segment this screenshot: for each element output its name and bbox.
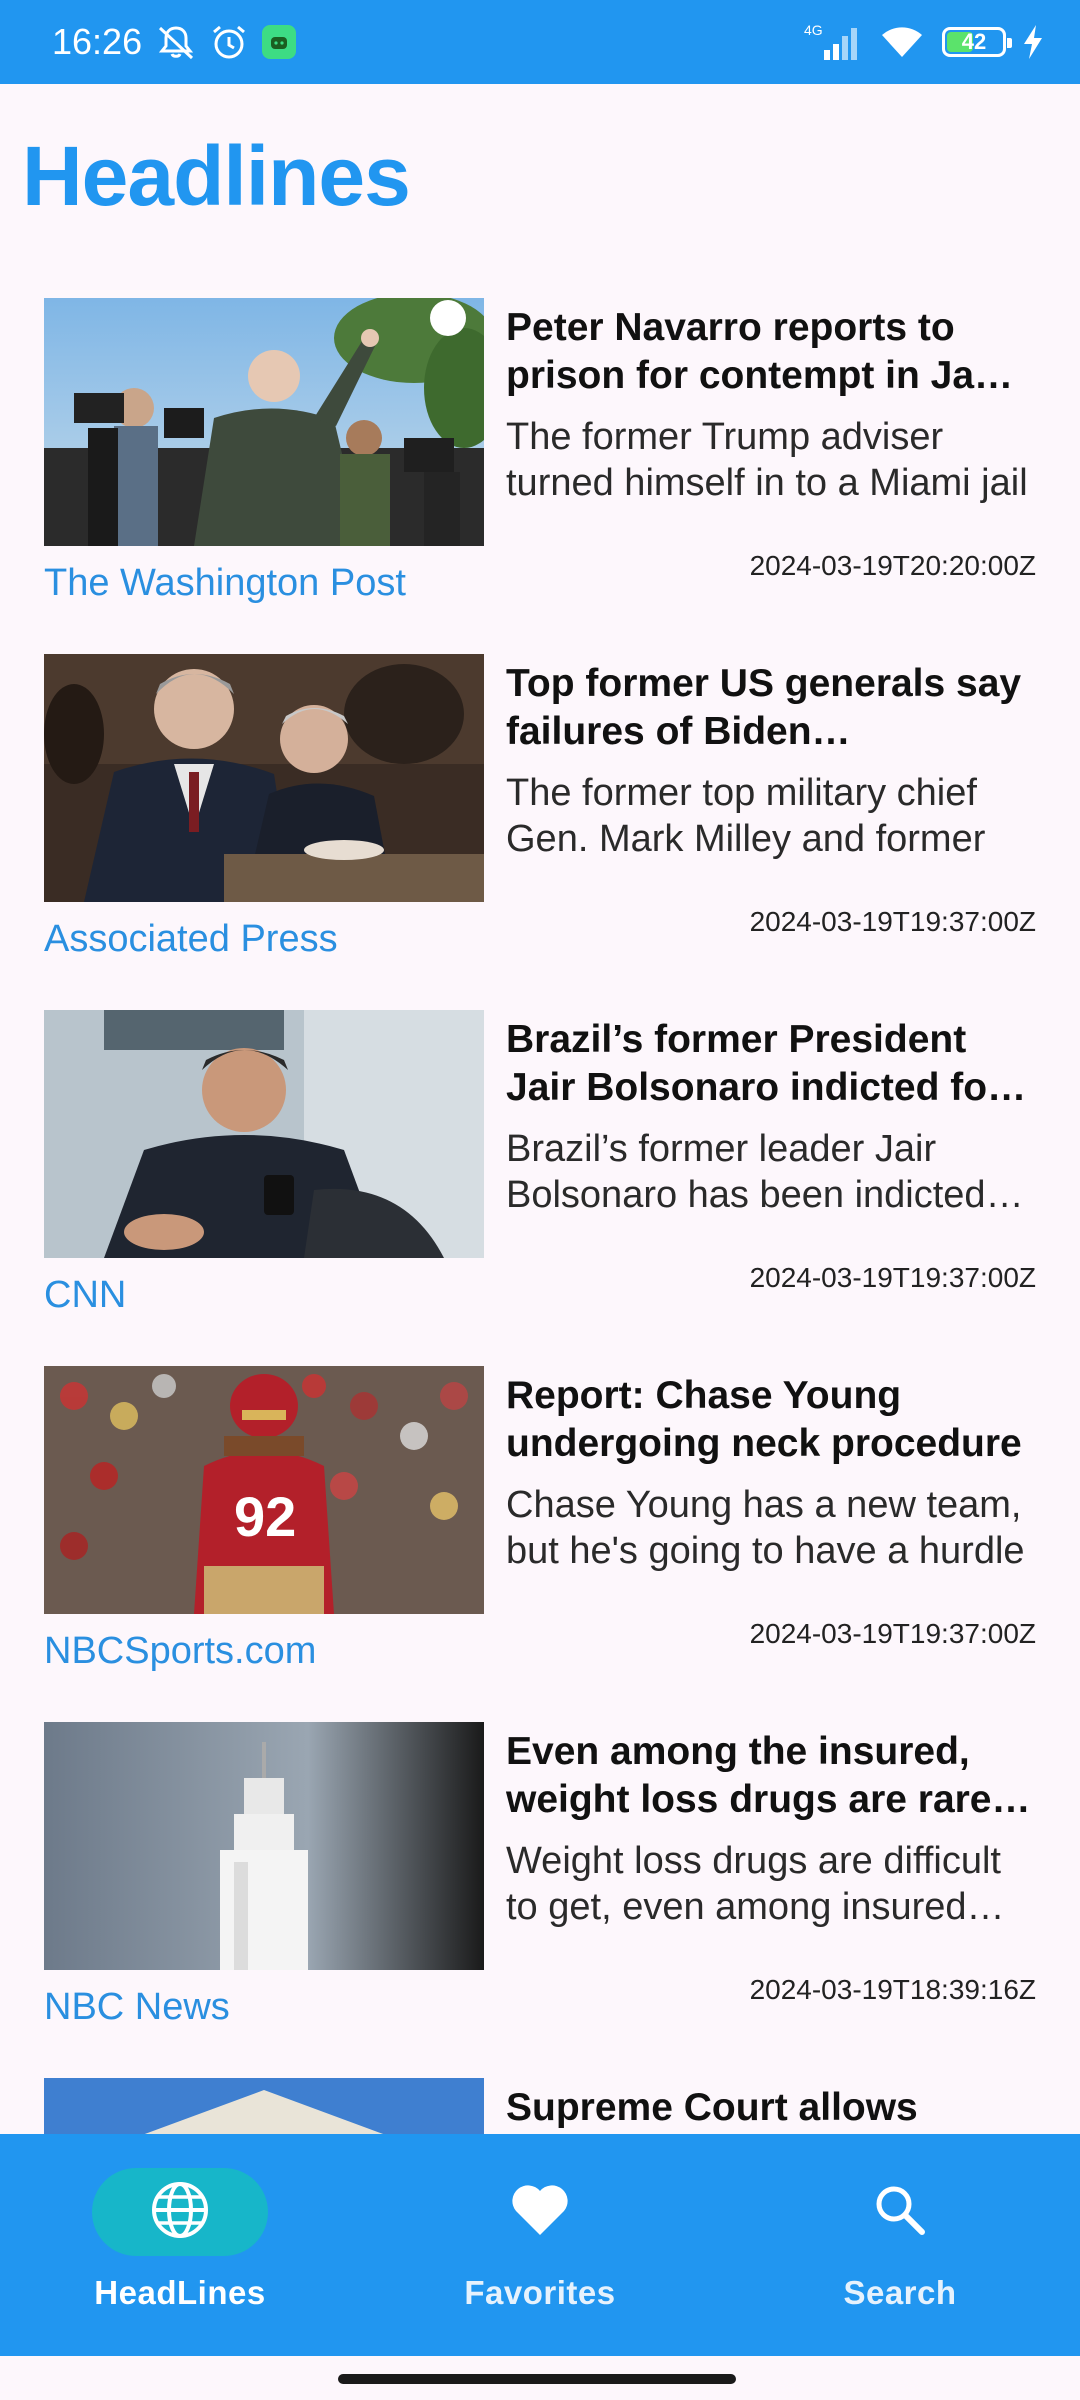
status-bar-right: 4G 42	[804, 22, 1044, 62]
signal-icon: 4G	[804, 22, 862, 62]
article-description[interactable]: Chase Young has a new team, but he's goi…	[506, 1482, 1036, 1574]
status-bar-left: 16:26	[52, 21, 297, 63]
article-title[interactable]: Brazil’s former President Jair Bolsonaro…	[506, 1016, 1036, 1112]
mute-icon	[156, 24, 196, 60]
headline-list[interactable]: The Washington Post Peter Navarro report…	[0, 298, 1080, 2134]
network-label: 4G	[804, 22, 823, 38]
article-title[interactable]: Peter Navarro reports to prison for cont…	[506, 304, 1036, 400]
article-image[interactable]	[44, 1010, 484, 1258]
gesture-handle[interactable]	[338, 2374, 736, 2384]
article-image[interactable]: 92	[44, 1366, 484, 1614]
page-title: Headlines	[22, 129, 411, 223]
article-source[interactable]: CNN	[44, 1274, 126, 1317]
article-image[interactable]	[44, 1722, 484, 1970]
article-card[interactable]: NBC News Even among the insured, weight …	[0, 1722, 1080, 2078]
wifi-icon	[878, 23, 926, 61]
article-card[interactable]: 92 NBCSports.com Report: Chase Young und…	[0, 1366, 1080, 1722]
nav-favorites-indicator[interactable]	[452, 2168, 628, 2256]
bottom-nav: HeadLines Favorites Search	[0, 2134, 1080, 2356]
search-icon	[872, 2182, 928, 2243]
battery-icon: 42	[942, 27, 1012, 57]
article-source[interactable]: NBCSports.com	[44, 1630, 316, 1673]
nav-headlines-indicator[interactable]	[92, 2168, 268, 2256]
article-description[interactable]: Weight loss drugs are difficult to get, …	[506, 1838, 1036, 1930]
nav-search-label[interactable]: Search	[843, 2274, 956, 2312]
status-time: 16:26	[52, 21, 143, 62]
article-image[interactable]	[44, 2078, 484, 2134]
article-title[interactable]: Report: Chase Young undergoing neck proc…	[506, 1372, 1036, 1468]
article-source[interactable]: The Washington Post	[44, 562, 406, 605]
article-image[interactable]	[44, 298, 484, 546]
article-card[interactable]: Supreme Court allows	[0, 2078, 1080, 2134]
article-date: 2024-03-19T20:20:00Z	[749, 550, 1036, 581]
article-card[interactable]: The Washington Post Peter Navarro report…	[0, 298, 1080, 654]
status-bar: 16:26 4G 42	[0, 0, 1080, 84]
article-image[interactable]	[44, 654, 484, 902]
article-date: 2024-03-19T19:37:00Z	[749, 1262, 1036, 1293]
article-title[interactable]: Even among the insured, weight loss drug…	[506, 1728, 1036, 1824]
article-source[interactable]: Associated Press	[44, 918, 338, 961]
battery-level: 42	[961, 29, 987, 54]
heart-icon	[510, 2183, 570, 2242]
article-date: 2024-03-19T19:37:00Z	[749, 1618, 1036, 1649]
nav-headlines[interactable]: HeadLines	[0, 2134, 360, 2356]
app-icon	[262, 25, 297, 59]
nav-search[interactable]: Search	[720, 2134, 1080, 2356]
charging-icon	[1022, 25, 1044, 59]
alarm-icon	[210, 23, 248, 61]
nav-favorites-label[interactable]: Favorites	[464, 2274, 615, 2312]
nav-favorites[interactable]: Favorites	[360, 2134, 720, 2356]
article-source[interactable]: NBC News	[44, 1986, 230, 2029]
svg-text:92: 92	[234, 1485, 296, 1548]
article-description[interactable]: The former Trump adviser turned himself …	[506, 414, 1036, 506]
article-card[interactable]: CNN Brazil’s former President Jair Bolso…	[0, 1010, 1080, 1366]
article-description[interactable]: The former top military chief Gen. Mark …	[506, 770, 1036, 862]
article-title[interactable]: Supreme Court allows	[506, 2084, 1036, 2132]
article-title[interactable]: Top former US generals say failures of B…	[506, 660, 1036, 756]
globe-icon	[150, 2180, 210, 2245]
article-date: 2024-03-19T18:39:16Z	[749, 1974, 1036, 2005]
nav-search-indicator[interactable]	[812, 2168, 988, 2256]
nav-headlines-label[interactable]: HeadLines	[94, 2274, 265, 2312]
article-card[interactable]: Associated Press Top former US generals …	[0, 654, 1080, 1010]
article-description[interactable]: Brazil’s former leader Jair Bolsonaro ha…	[506, 1126, 1036, 1218]
article-date: 2024-03-19T19:37:00Z	[749, 906, 1036, 937]
